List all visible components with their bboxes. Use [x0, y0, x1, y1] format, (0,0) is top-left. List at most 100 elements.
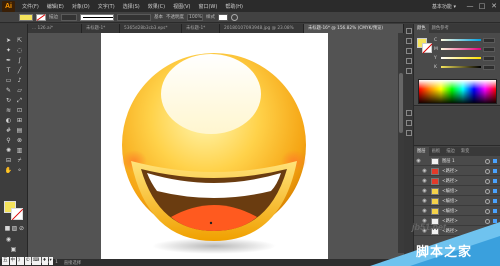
brushes-panel-icon[interactable]	[406, 48, 412, 54]
minimize-button[interactable]: —	[464, 1, 476, 11]
color-spectrum[interactable]	[418, 79, 497, 104]
doc-tab[interactable]: 20180107093948.jpg @ 23.08%	[220, 24, 304, 33]
style-swatch[interactable]	[218, 13, 228, 21]
ime-mode[interactable]: 五	[2, 257, 9, 265]
free-transform-icon[interactable]: ⊡	[15, 107, 24, 115]
line-tool-icon[interactable]: ╱	[15, 67, 24, 75]
close-button[interactable]: ✕	[488, 1, 500, 11]
gear-icon[interactable]	[231, 13, 238, 21]
visibility-eye-icon[interactable]: ◉	[420, 168, 429, 174]
scale-tool-icon[interactable]: ⤢	[15, 97, 24, 105]
ime-punct[interactable]: 》	[17, 257, 24, 265]
layer-row[interactable]: ◉ <路径>	[414, 167, 500, 176]
lasso-icon[interactable]: ◌	[15, 47, 24, 55]
channel-y-value[interactable]	[483, 55, 495, 61]
stroke-weight-field[interactable]	[61, 13, 77, 21]
slice-tool-icon[interactable]: ⌿	[15, 157, 24, 165]
screen-mode-icon[interactable]: ▣	[9, 246, 18, 254]
zoom-tool-icon[interactable]: ⚬	[15, 167, 24, 175]
perspective-grid-icon[interactable]: ⊞	[15, 117, 24, 125]
symbol-sprayer-icon[interactable]: ✺	[4, 147, 13, 155]
workspace-switcher[interactable]: 基本功能 ▾	[432, 3, 456, 10]
eraser-icon[interactable]: ▱	[15, 87, 24, 95]
artboard-tool-icon[interactable]: ⊟	[4, 157, 13, 165]
layer-row[interactable]: ◉ <路径>	[414, 177, 500, 186]
mesh-tool-icon[interactable]: #	[4, 127, 13, 135]
blend-tool-icon[interactable]: ⊗	[15, 137, 24, 145]
transform-panel-icon[interactable]	[406, 110, 412, 116]
menu-effect[interactable]: 效果(C)	[144, 3, 169, 10]
none-mode-icon[interactable]: ⊘	[17, 225, 26, 233]
layer-name[interactable]: 图层 1	[442, 158, 485, 164]
pen-tool-icon[interactable]: ✒	[4, 57, 13, 65]
stroke-profile[interactable]	[80, 13, 114, 21]
tab-layers[interactable]: 图层	[414, 147, 429, 156]
shape-builder-icon[interactable]: ◐	[4, 117, 13, 125]
doc-tab-active[interactable]: 未标题-16* @ 156.82% (CMYK/预览)	[304, 24, 404, 33]
ime-emoji[interactable]: ©	[24, 257, 31, 265]
magic-wand-icon[interactable]: ✦	[4, 47, 13, 55]
layer-name[interactable]: <编组>	[442, 198, 485, 204]
canvas-area[interactable]	[28, 33, 404, 260]
doc-tab[interactable]: ... 126.ai*	[28, 24, 82, 33]
brush-field[interactable]	[117, 13, 151, 21]
visibility-eye-icon[interactable]: ◉	[414, 158, 423, 164]
tab-color[interactable]: 颜色	[414, 24, 429, 33]
layer-name[interactable]: <编组>	[442, 208, 485, 214]
channel-c-slider[interactable]	[441, 39, 481, 41]
fill-swatch[interactable]	[19, 13, 33, 21]
target-icon[interactable]	[485, 198, 490, 204]
menu-object[interactable]: 对象(O)	[68, 3, 94, 10]
symbols-panel-icon[interactable]	[406, 58, 412, 64]
visibility-eye-icon[interactable]: ◉	[420, 208, 429, 214]
paintbrush-icon[interactable]: ♪	[15, 77, 24, 85]
rectangle-tool-icon[interactable]: ▭	[4, 77, 13, 85]
ime-more[interactable]: ▾	[48, 257, 53, 265]
color-panel-icon[interactable]	[406, 28, 412, 34]
target-icon[interactable]	[485, 188, 490, 194]
tab-artboards[interactable]: 画板	[429, 147, 444, 156]
tab-color-guide[interactable]: 颜色参考	[429, 24, 452, 33]
channel-c-value[interactable]	[483, 37, 495, 43]
color-panel-stroke[interactable]	[422, 43, 432, 53]
layer-row[interactable]: ◉ <编组>	[414, 197, 500, 206]
stroke-swatch[interactable]	[36, 13, 46, 21]
channel-y-slider[interactable]	[441, 57, 481, 59]
maximize-button[interactable]: □	[476, 1, 488, 11]
visibility-eye-icon[interactable]: ◉	[420, 198, 429, 204]
target-icon[interactable]	[485, 178, 490, 184]
menu-window[interactable]: 窗口(W)	[194, 3, 221, 10]
channel-k-slider[interactable]	[441, 66, 481, 68]
ime-keyboard-icon[interactable]: ⌨	[32, 257, 41, 265]
opacity-field[interactable]: 100%	[187, 13, 203, 21]
doc-tab[interactable]: 5365d28b3cb3.eps*	[120, 24, 182, 33]
artboard-number[interactable]: 1	[55, 260, 58, 265]
channel-k-value[interactable]	[483, 64, 495, 70]
layer-row[interactable]: ◉ 图层 1	[414, 157, 500, 166]
curvature-tool-icon[interactable]: ∫	[15, 57, 24, 65]
ime-skin[interactable]: ♦	[41, 257, 48, 265]
tab-stroke[interactable]: 描边	[443, 147, 458, 156]
layer-name[interactable]: <路径>	[442, 168, 485, 174]
target-icon[interactable]	[485, 168, 490, 174]
target-icon[interactable]	[485, 208, 490, 214]
smiley-artwork[interactable]	[101, 33, 328, 260]
swatches-panel-icon[interactable]	[406, 38, 412, 44]
pathfinder-panel-icon[interactable]	[406, 130, 412, 136]
visibility-eye-icon[interactable]: ◉	[420, 188, 429, 194]
artboard[interactable]	[101, 33, 328, 260]
rotate-tool-icon[interactable]: ↻	[4, 97, 13, 105]
menu-type[interactable]: 文字(T)	[94, 3, 119, 10]
selection-tool-icon[interactable]: ➤	[4, 37, 13, 45]
channel-m-value[interactable]	[483, 46, 495, 52]
align-panel-icon[interactable]	[406, 120, 412, 126]
menu-help[interactable]: 帮助(H)	[221, 3, 247, 10]
layer-name[interactable]: <路径>	[442, 178, 485, 184]
eyedropper-icon[interactable]: ⚲	[4, 137, 13, 145]
menu-view[interactable]: 视图(V)	[169, 3, 194, 10]
channel-m-slider[interactable]	[441, 48, 481, 50]
tab-gradient[interactable]: 渐变	[458, 147, 473, 156]
target-icon[interactable]	[485, 158, 490, 164]
graphic-styles-panel-icon[interactable]	[406, 68, 412, 74]
menu-select[interactable]: 选择(S)	[119, 3, 144, 10]
